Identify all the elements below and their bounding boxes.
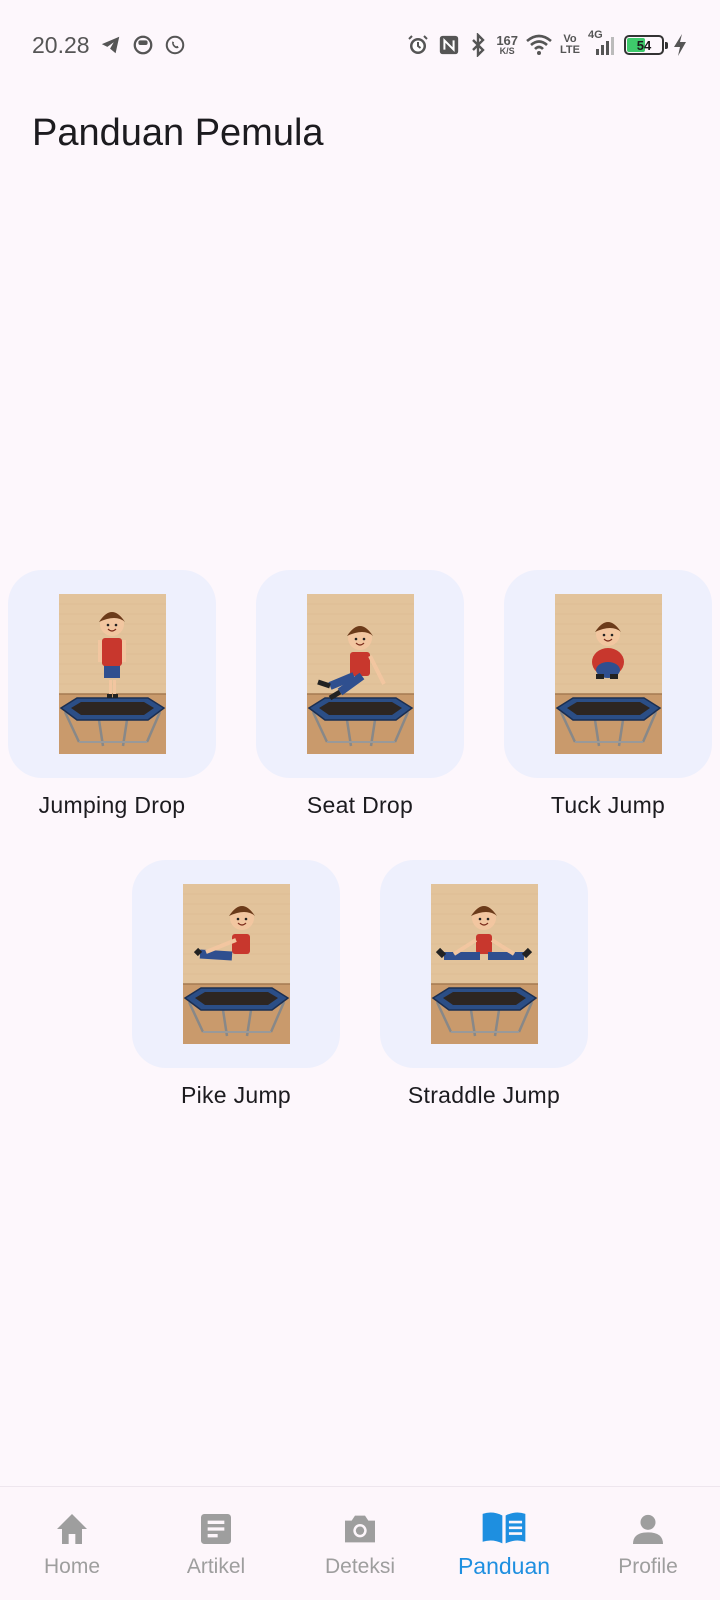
guide-card-straddle-jump[interactable]: Straddle Jump <box>380 860 588 1109</box>
straddle-jump-illustration <box>430 884 538 1044</box>
guide-card-label: Seat Drop <box>306 792 414 818</box>
bluetooth-icon <box>468 33 488 57</box>
guide-card-label: Straddle Jump <box>407 1082 561 1108</box>
nav-item-artikel[interactable]: Artikel <box>144 1509 288 1579</box>
status-time: 20.28 <box>32 31 90 58</box>
guide-card-jumping-drop[interactable]: Jumping Drop <box>8 570 216 819</box>
nav-label-profile: Profile <box>618 1554 678 1578</box>
guide-card-tile[interactable] <box>8 570 216 778</box>
wifi-icon <box>526 34 552 56</box>
nfc-icon <box>438 34 460 56</box>
guide-card-label: Tuck Jump <box>550 792 666 818</box>
camera-icon <box>345 1515 375 1542</box>
guide-card-tuck-jump[interactable]: Tuck Jump <box>504 570 712 819</box>
guide-card-seat-drop[interactable]: Seat Drop <box>256 570 464 819</box>
status-bar-left: 20.28 <box>32 32 186 59</box>
guide-card-tile[interactable] <box>504 570 712 778</box>
volte-bottom: LTE <box>560 44 580 56</box>
guide-card-label: Jumping Drop <box>38 792 186 818</box>
network-speed-unit: K/S <box>499 46 515 56</box>
messenger-icon <box>132 34 154 56</box>
whatsapp-icon <box>164 34 186 56</box>
status-bar: 20.28 167 K/S Vo LTE 4G 54 <box>0 0 720 90</box>
guide-card-tile[interactable] <box>256 570 464 778</box>
page-title: Panduan Pemula <box>32 112 324 154</box>
signal-icon: 4G <box>588 29 616 57</box>
nav-item-deteksi[interactable]: Deteksi <box>288 1509 432 1579</box>
guide-card-pike-jump[interactable]: Pike Jump <box>132 860 340 1109</box>
guide-card-tile[interactable] <box>132 860 340 1068</box>
battery-level: 54 <box>636 37 652 53</box>
jumping-drop-illustration <box>58 594 166 754</box>
home-icon <box>57 1513 87 1544</box>
alarm-icon <box>406 33 430 57</box>
pike-jump-illustration <box>182 884 290 1044</box>
nav-label-home: Home <box>43 1554 101 1578</box>
guide-card-tile[interactable] <box>380 860 588 1068</box>
nav-label-artikel: Artikel <box>186 1554 246 1578</box>
network-type: 4G <box>588 29 603 41</box>
book-icon <box>482 1512 526 1544</box>
nav-item-panduan[interactable]: Panduan <box>432 1507 576 1580</box>
volte-indicator: Vo LTE <box>560 34 580 56</box>
guide-card-label: Pike Jump <box>180 1082 292 1108</box>
telegram-icon <box>100 34 122 56</box>
nav-item-profile[interactable]: Profile <box>576 1509 720 1579</box>
network-speed: 167 K/S <box>496 34 518 56</box>
nav-label-panduan: Panduan <box>457 1553 551 1579</box>
bottom-navigation: Home Artikel Deteksi Panduan Profile <box>0 1486 720 1600</box>
nav-label-deteksi: Deteksi <box>324 1554 396 1578</box>
article-icon <box>201 1513 231 1544</box>
status-bar-right: 167 K/S Vo LTE 4G 54 <box>406 29 688 57</box>
person-icon <box>633 1514 663 1544</box>
tuck-jump-illustration <box>554 594 662 754</box>
nav-item-home[interactable]: Home <box>0 1509 144 1579</box>
charging-icon <box>672 33 688 57</box>
battery-indicator: 54 <box>624 35 668 55</box>
seat-drop-illustration <box>306 594 414 754</box>
